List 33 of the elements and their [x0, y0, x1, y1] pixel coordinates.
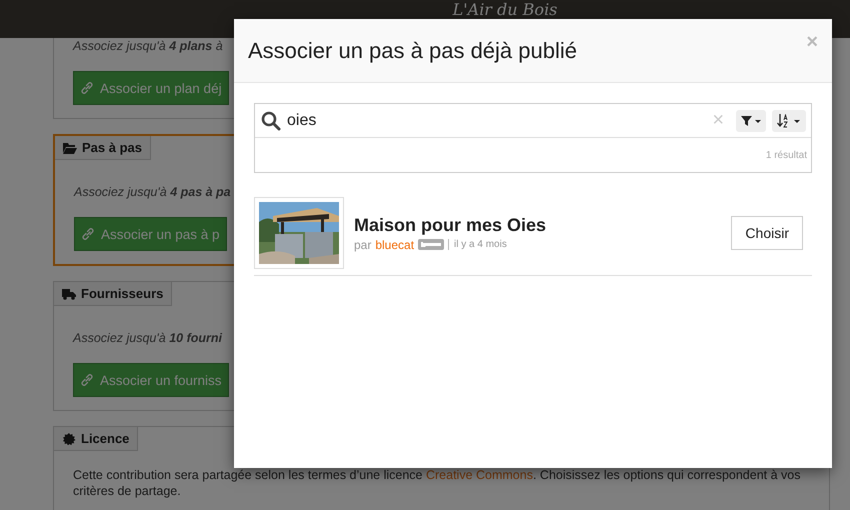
filter-icon: [741, 116, 761, 126]
panel-legend: Licence: [81, 431, 130, 446]
time-label: il y a 4 mois: [448, 239, 507, 250]
link-icon: [80, 81, 94, 95]
creative-commons-link[interactable]: Creative Commons: [426, 468, 533, 482]
search-field[interactable]: oies: [287, 112, 700, 130]
sort-button[interactable]: [772, 110, 806, 132]
filter-button[interactable]: [736, 110, 766, 132]
folder-icon: [63, 142, 77, 154]
search-icon: [261, 110, 281, 130]
licence-text: Cette contribution sera partagée selon les termes d’une licence Creative Commons. Choisissez les options qui correspondent à vos critères de partage.: [73, 467, 802, 499]
seal-icon: [62, 432, 76, 444]
associate-button[interactable]: Associer un fourniss: [73, 363, 229, 397]
author-link[interactable]: bluecat: [375, 238, 414, 252]
clear-button[interactable]: ×: [706, 109, 730, 132]
associate-button[interactable]: Associer un pas à p: [74, 217, 227, 251]
modal-title: Associer un pas à pas déjà publié: [248, 38, 577, 64]
site-logo[interactable]: L'Air du Bois: [452, 0, 558, 19]
panel-description: Associez jusqu'à 4 plans à: [73, 38, 223, 53]
by-label: par: [354, 238, 372, 252]
result-title[interactable]: Maison pour mes Oies: [354, 214, 732, 236]
sort-icon: [777, 114, 801, 128]
choose-button[interactable]: Choisir: [731, 216, 803, 250]
truck-icon: [62, 288, 76, 300]
panel-legend: Fournisseurs: [81, 286, 164, 301]
panel-description: Associez jusqu'à 10 fourni: [73, 331, 222, 345]
panel-legend: Pas à pas: [82, 140, 142, 155]
link-icon: [80, 373, 94, 387]
panel-description: Associez jusqu'à 4 pas à pa: [74, 185, 231, 199]
result-count: 1 résultat: [764, 149, 808, 163]
close-button[interactable]: ×: [806, 31, 818, 54]
associate-button[interactable]: Associer un plan déj: [73, 71, 229, 105]
link-icon: [81, 227, 95, 241]
